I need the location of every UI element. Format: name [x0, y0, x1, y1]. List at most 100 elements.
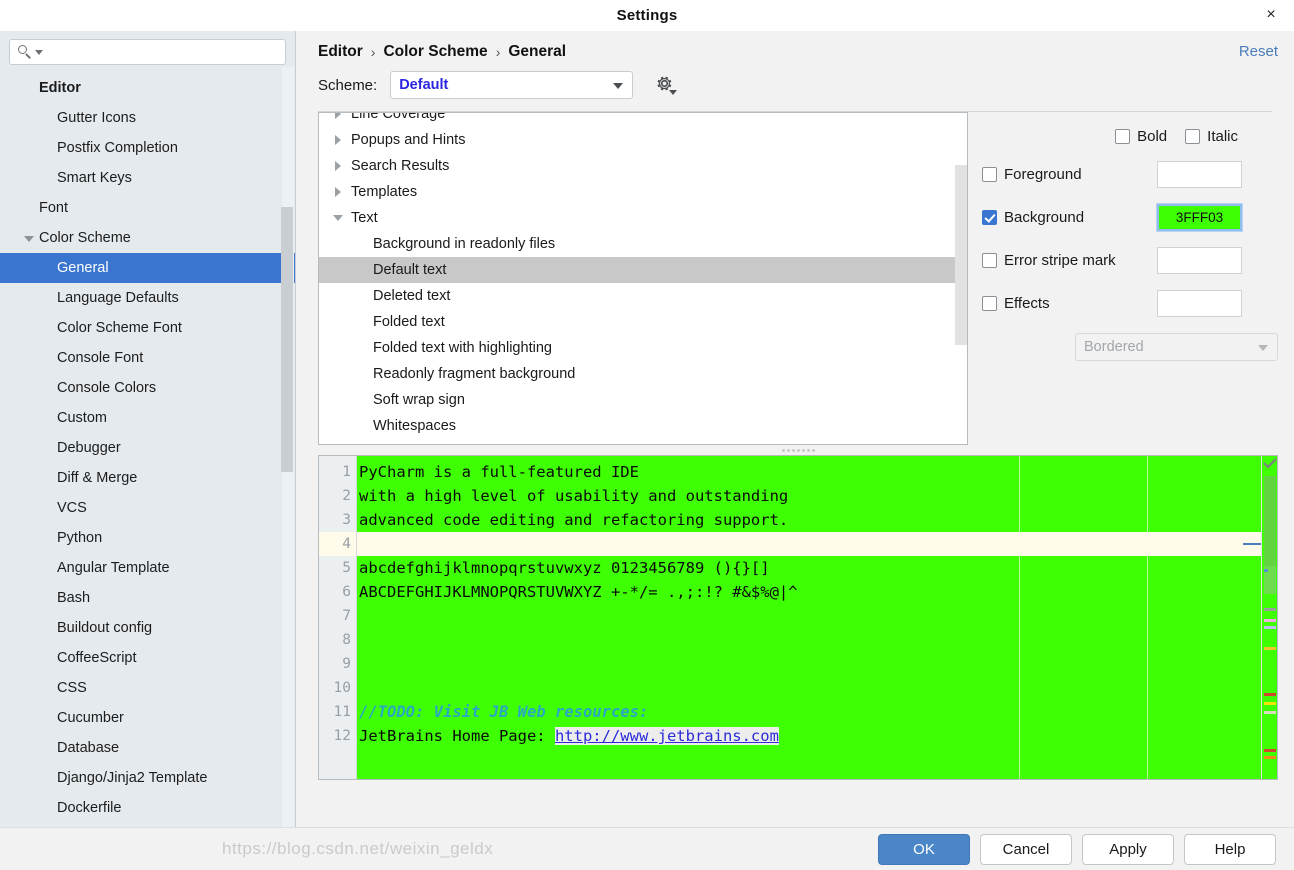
- stripe-marker[interactable]: [1264, 702, 1276, 705]
- editor-line[interactable]: JetBrains Home Page: http://www.jetbrain…: [357, 724, 1261, 748]
- preview-splitter[interactable]: [318, 445, 1278, 455]
- editor-line[interactable]: ABCDEFGHIJKLMNOPQRSTUVWXYZ +-*/= .,;:!? …: [357, 580, 1261, 604]
- editor-line[interactable]: [357, 604, 1261, 628]
- color-attribute-tree[interactable]: Line Coverage Popups and Hints Search Resu…: [318, 112, 968, 445]
- sidebar-item-font[interactable]: Font: [0, 193, 295, 223]
- editor-line[interactable]: advanced code editing and refactoring su…: [357, 508, 1261, 532]
- foreground-color-swatch[interactable]: [1157, 161, 1242, 188]
- close-icon[interactable]: ×: [1260, 4, 1282, 26]
- attribute-tree-scrollbar-track[interactable]: [955, 113, 967, 444]
- sidebar-item-general[interactable]: General: [0, 253, 295, 283]
- scheme-select[interactable]: Default: [390, 71, 634, 99]
- chevron-right-icon[interactable]: [331, 158, 347, 174]
- sidebar-item-debugger[interactable]: Debugger: [0, 433, 295, 463]
- editor-line[interactable]: [357, 628, 1261, 652]
- stripe-marker[interactable]: [1264, 749, 1276, 752]
- chevron-right-icon[interactable]: [331, 184, 347, 200]
- reset-link[interactable]: Reset: [1239, 43, 1278, 60]
- stripe-scroll-thumb[interactable]: [1264, 476, 1276, 566]
- chevron-right-icon[interactable]: [331, 113, 347, 122]
- stripe-marker[interactable]: [1264, 756, 1276, 759]
- sidebar-item-coffeescript[interactable]: CoffeeScript: [0, 643, 295, 673]
- attribute-item-text[interactable]: Text: [319, 205, 967, 231]
- attribute-item-search-results[interactable]: Search Results: [319, 153, 967, 179]
- attribute-item-folded-text-with-highlighting[interactable]: Folded text with highlighting: [319, 335, 967, 361]
- cancel-button[interactable]: Cancel: [980, 833, 1072, 865]
- attribute-item-templates[interactable]: Templates: [319, 179, 967, 205]
- sidebar-item-console-colors[interactable]: Console Colors: [0, 373, 295, 403]
- sidebar-item-django-jinja2-template[interactable]: Django/Jinja2 Template: [0, 763, 295, 793]
- attribute-tree-scrollbar-thumb[interactable]: [955, 165, 967, 345]
- attribute-item-whitespaces[interactable]: Whitespaces: [319, 413, 967, 439]
- effects-color-swatch[interactable]: [1157, 290, 1242, 317]
- stripe-marker[interactable]: [1264, 647, 1276, 650]
- effects-type-select[interactable]: Bordered: [1075, 333, 1278, 361]
- search-input[interactable]: [43, 43, 279, 61]
- chevron-down-icon[interactable]: [331, 210, 347, 226]
- editor-code-area[interactable]: PyCharm is a full-featured IDE with a hig…: [357, 456, 1276, 779]
- editor-line[interactable]: with a high level of usability and outst…: [357, 484, 1261, 508]
- attribute-item-background-in-readonly-files[interactable]: Background in readonly files: [319, 231, 967, 257]
- attribute-item-deleted-text[interactable]: Deleted text: [319, 283, 967, 309]
- attribute-item-soft-wrap-sign[interactable]: Soft wrap sign: [319, 387, 967, 413]
- sidebar-item-editor[interactable]: Editor: [0, 73, 295, 103]
- sidebar-item-smart-keys[interactable]: Smart Keys: [0, 163, 295, 193]
- sidebar-item-css[interactable]: CSS: [0, 673, 295, 703]
- sidebar-scrollbar-track[interactable]: [281, 67, 294, 827]
- background-color-swatch[interactable]: 3FFF03: [1156, 203, 1243, 232]
- gear-icon[interactable]: [653, 73, 678, 97]
- editor-line[interactable]: PyCharm is a full-featured IDE: [357, 460, 1261, 484]
- sidebar-item-bash[interactable]: Bash: [0, 583, 295, 613]
- sidebar-item-color-scheme-font[interactable]: Color Scheme Font: [0, 313, 295, 343]
- sidebar-item-diff-merge[interactable]: Diff & Merge: [0, 463, 295, 493]
- stripe-marker[interactable]: [1264, 619, 1276, 622]
- sidebar-item-buildout-config[interactable]: Buildout config: [0, 613, 295, 643]
- editor-line[interactable]: //TODO: Visit JB Web resources:: [357, 700, 1261, 724]
- stripe-marker[interactable]: [1264, 626, 1276, 629]
- attribute-item-popups-and-hints[interactable]: Popups and Hints: [319, 127, 967, 153]
- stripe-marker[interactable]: [1264, 569, 1268, 572]
- sidebar-item-custom[interactable]: Custom: [0, 403, 295, 433]
- breadcrumb-item-editor[interactable]: Editor: [318, 43, 363, 61]
- stripe-marker[interactable]: [1264, 608, 1276, 611]
- stripe-marker[interactable]: [1264, 693, 1276, 696]
- sidebar-item-vcs[interactable]: VCS: [0, 493, 295, 523]
- chevron-down-icon[interactable]: [35, 49, 43, 55]
- attribute-item-readonly-fragment-background[interactable]: Readonly fragment background: [319, 361, 967, 387]
- sidebar-item-postfix-completion[interactable]: Postfix Completion: [0, 133, 295, 163]
- color-preview-editor[interactable]: 1 2 3 4 5 6 7 8 9 10 11 12 PyCharm is a full-featur…: [318, 455, 1278, 780]
- sidebar-item-angular-template[interactable]: Angular Template: [0, 553, 295, 583]
- error-stripe-mark-checkbox[interactable]: [982, 253, 997, 268]
- background-checkbox[interactable]: [982, 210, 997, 225]
- chevron-right-icon[interactable]: [331, 132, 347, 148]
- breadcrumb-item-general[interactable]: General: [508, 43, 566, 61]
- sidebar-item-dockerfile[interactable]: Dockerfile: [0, 793, 295, 823]
- sidebar-item-database[interactable]: Database: [0, 733, 295, 763]
- chevron-down-icon[interactable]: [22, 231, 36, 245]
- breadcrumb-item-color-scheme[interactable]: Color Scheme: [383, 43, 487, 61]
- search-box[interactable]: [9, 39, 286, 65]
- help-button[interactable]: Help: [1184, 833, 1276, 865]
- error-stripe-panel[interactable]: [1261, 456, 1277, 779]
- apply-button[interactable]: Apply: [1082, 833, 1174, 865]
- effects-checkbox[interactable]: [982, 296, 997, 311]
- sidebar-scrollbar-thumb[interactable]: [281, 207, 293, 472]
- editor-line[interactable]: abcdefghijklmnopqrstuvwxyz 0123456789 ()…: [357, 556, 1261, 580]
- editor-line[interactable]: [357, 652, 1261, 676]
- error-stripe-mark-color-swatch[interactable]: [1157, 247, 1242, 274]
- editor-line[interactable]: [357, 676, 1261, 700]
- sidebar-item-python[interactable]: Python: [0, 523, 295, 553]
- attribute-item-line-coverage[interactable]: Line Coverage: [319, 113, 967, 127]
- ok-button[interactable]: OK: [878, 833, 970, 865]
- attribute-item-default-text[interactable]: Default text: [319, 257, 967, 283]
- editor-hyperlink[interactable]: http://www.jetbrains.com: [554, 727, 779, 745]
- sidebar-item-language-defaults[interactable]: Language Defaults: [0, 283, 295, 313]
- sidebar-item-console-font[interactable]: Console Font: [0, 343, 295, 373]
- editor-line[interactable]: [357, 532, 1261, 556]
- bold-checkbox[interactable]: [1115, 129, 1131, 144]
- italic-checkbox[interactable]: [1185, 129, 1201, 144]
- sidebar-item-color-scheme[interactable]: Color Scheme: [0, 223, 295, 253]
- foreground-checkbox[interactable]: [982, 167, 997, 182]
- stripe-marker[interactable]: [1264, 711, 1276, 714]
- sidebar-item-gutter-icons[interactable]: Gutter Icons: [0, 103, 295, 133]
